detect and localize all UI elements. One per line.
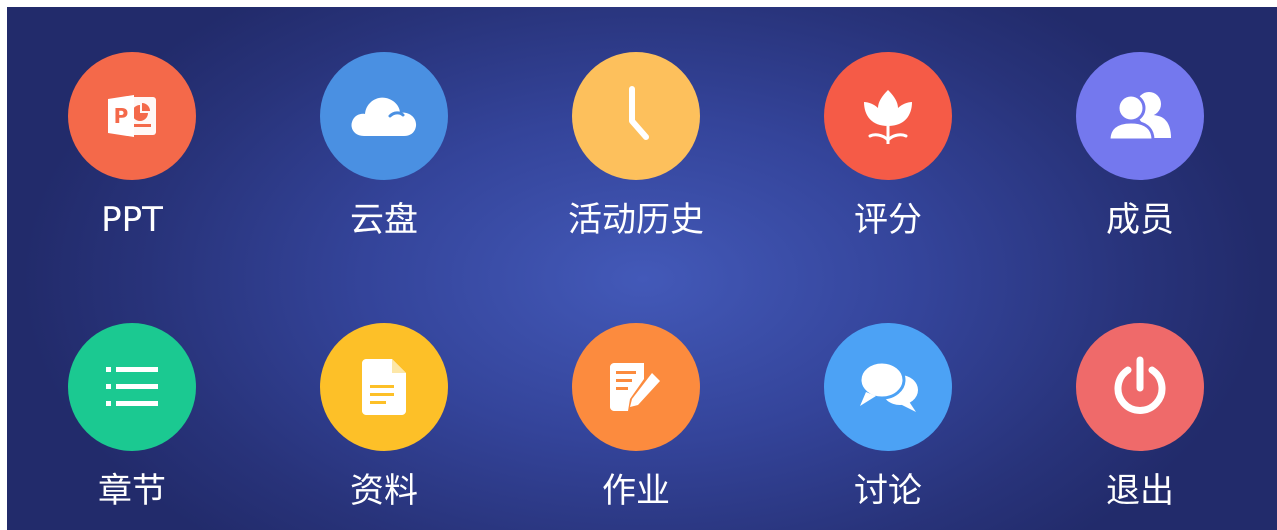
cloud-disk-label: 云盘	[350, 200, 418, 240]
discussion-circle	[824, 323, 952, 451]
chapters-label: 章节	[98, 471, 166, 511]
exit-circle	[1076, 323, 1204, 451]
discussion-button[interactable]: 讨论	[788, 323, 988, 513]
activity-history-label: 活动历史	[568, 200, 704, 240]
ppt-icon: P	[102, 91, 162, 141]
exit-button[interactable]: 退出	[1040, 323, 1240, 513]
tulip-icon	[856, 84, 920, 148]
chapters-circle	[68, 323, 196, 451]
edit-icon	[608, 359, 664, 415]
members-label: 成员	[1106, 200, 1174, 240]
ppt-label: PPT	[101, 200, 163, 240]
homework-circle	[572, 323, 700, 451]
list-icon	[104, 363, 160, 411]
members-icon	[1107, 88, 1173, 144]
rating-circle	[824, 52, 952, 180]
homework-label: 作业	[602, 471, 670, 511]
power-icon	[1110, 356, 1170, 418]
exit-label: 退出	[1106, 471, 1174, 511]
svg-text:P: P	[114, 104, 129, 128]
activity-history-circle	[572, 52, 700, 180]
discussion-label: 讨论	[854, 471, 922, 511]
rating-label: 评分	[854, 200, 922, 240]
members-button[interactable]: 成员	[1040, 52, 1240, 242]
cloud-disk-circle	[320, 52, 448, 180]
materials-label: 资料	[350, 471, 418, 511]
ppt-circle: P	[68, 52, 196, 180]
ppt-button[interactable]: P PPT	[32, 52, 232, 242]
rating-button[interactable]: 评分	[788, 52, 988, 242]
menu-panel: P PPT 云盘 活动历史 评分 成员 章节 资料 作业 讨论 退出	[7, 7, 1277, 530]
chat-icon	[856, 358, 920, 416]
materials-circle	[320, 323, 448, 451]
members-circle	[1076, 52, 1204, 180]
cloud-disk-button[interactable]: 云盘	[284, 52, 484, 242]
materials-button[interactable]: 资料	[284, 323, 484, 513]
cloud-icon	[348, 92, 420, 140]
activity-history-button[interactable]: 活动历史	[536, 52, 736, 242]
homework-button[interactable]: 作业	[536, 323, 736, 513]
chapters-button[interactable]: 章节	[32, 323, 232, 513]
document-icon	[360, 357, 408, 417]
clock-icon	[606, 81, 666, 151]
